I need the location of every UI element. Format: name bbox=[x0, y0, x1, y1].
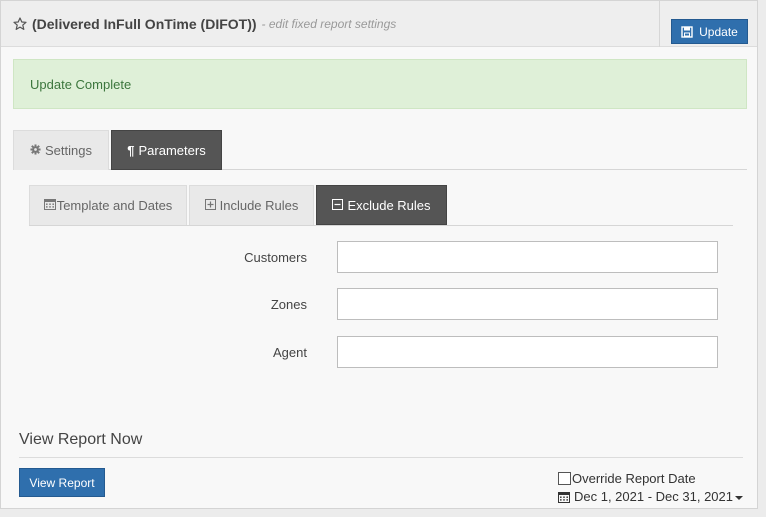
override-date-checkbox[interactable] bbox=[558, 472, 571, 485]
zones-label: Zones bbox=[270, 296, 307, 312]
subtab-exclude-rules[interactable]: Exclude Rules bbox=[316, 185, 447, 225]
view-report-button[interactable]: View Report bbox=[19, 468, 105, 497]
subtab-exclude-label: Exclude Rules bbox=[347, 197, 431, 213]
tab-settings-label: Settings bbox=[45, 143, 92, 158]
form-row-zones: Zones bbox=[1, 288, 759, 320]
agent-input[interactable] bbox=[337, 336, 718, 368]
save-icon bbox=[681, 25, 693, 38]
panel-header: (Delivered InFull OnTime (DIFOT)) - edit… bbox=[1, 1, 757, 47]
header-title-group: (Delivered InFull OnTime (DIFOT)) - edit… bbox=[13, 14, 396, 34]
subtab-template-and-dates[interactable]: Template and Dates bbox=[29, 185, 187, 225]
sub-tabs: Template and Dates Include Rules Exclude… bbox=[29, 185, 733, 226]
agent-label: Agent bbox=[273, 344, 307, 360]
pilcrow-icon: ¶ bbox=[127, 142, 135, 158]
header-divider bbox=[659, 1, 660, 47]
plus-square-icon bbox=[204, 198, 216, 213]
star-icon[interactable] bbox=[13, 17, 27, 31]
minus-square-icon bbox=[332, 198, 344, 213]
customers-label: Customers bbox=[244, 249, 307, 265]
report-subtitle: - edit fixed report settings bbox=[261, 17, 397, 31]
subtab-include-rules[interactable]: Include Rules bbox=[189, 185, 314, 225]
section-divider bbox=[19, 457, 743, 458]
update-button[interactable]: Update bbox=[671, 19, 748, 44]
override-report-date[interactable]: Override Report Date bbox=[558, 471, 696, 486]
zones-input[interactable] bbox=[337, 288, 718, 320]
calendar-icon bbox=[558, 491, 570, 503]
date-range-text: Dec 1, 2021 - Dec 31, 2021 bbox=[574, 489, 733, 504]
form-row-customers: Customers bbox=[1, 241, 759, 273]
tab-parameters[interactable]: ¶ Parameters bbox=[111, 130, 222, 170]
customers-input[interactable] bbox=[337, 241, 718, 273]
subtab-include-label: Include Rules bbox=[219, 198, 299, 213]
form-row-agent: Agent bbox=[1, 336, 759, 368]
view-report-section-title: View Report Now bbox=[19, 431, 143, 448]
report-panel: (Delivered InFull OnTime (DIFOT)) - edit… bbox=[0, 0, 758, 509]
view-report-button-label: View Report bbox=[29, 475, 95, 490]
tab-settings[interactable]: Settings bbox=[13, 130, 109, 170]
tab-parameters-label: Parameters bbox=[138, 142, 206, 158]
alert-message: Update Complete bbox=[30, 76, 132, 92]
success-alert: Update Complete bbox=[13, 59, 747, 109]
subtab-template-label: Template and Dates bbox=[56, 198, 173, 213]
main-tabs: Settings ¶ Parameters bbox=[13, 130, 747, 170]
gear-icon bbox=[30, 143, 41, 158]
override-date-label: Override Report Date bbox=[572, 471, 696, 486]
calendar-icon bbox=[43, 198, 56, 213]
date-range-picker[interactable]: Dec 1, 2021 - Dec 31, 2021 bbox=[558, 489, 743, 504]
update-button-label: Update bbox=[699, 24, 738, 39]
report-title: (Delivered InFull OnTime (DIFOT)) bbox=[32, 16, 257, 32]
chevron-down-icon bbox=[735, 495, 743, 500]
